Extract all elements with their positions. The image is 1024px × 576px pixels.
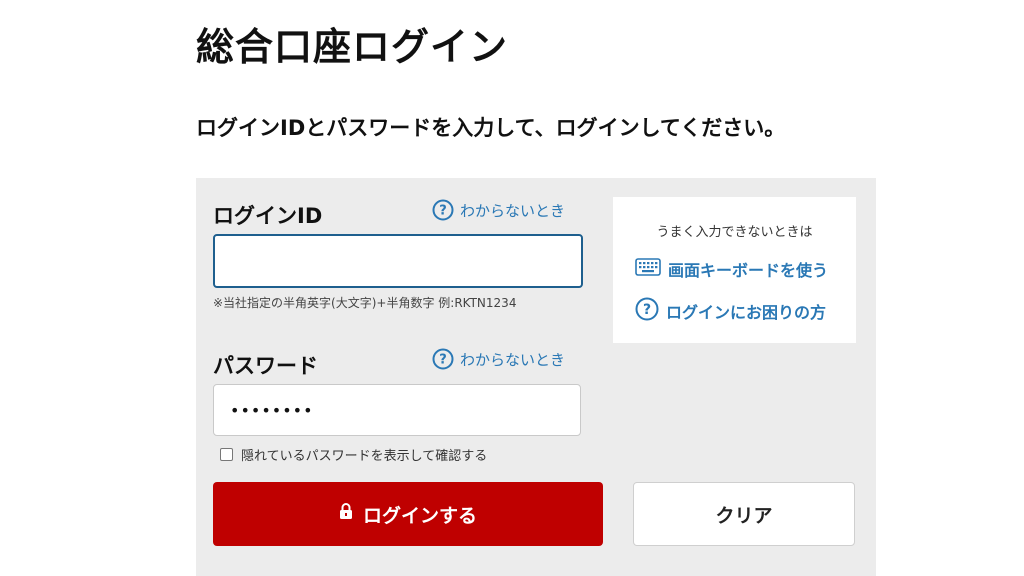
question-circle-icon: ?: [432, 348, 454, 370]
lock-icon: [339, 502, 353, 526]
login-trouble-link[interactable]: ? ログインにお困りの方: [635, 297, 826, 325]
login-id-label: ログインID: [213, 204, 323, 228]
password-input[interactable]: ••••••••: [213, 384, 581, 436]
password-help-link[interactable]: ? わからないとき: [432, 348, 565, 370]
input-help-caption: うまく入力できないときは: [656, 225, 813, 240]
show-password-checkbox[interactable]: [220, 448, 233, 461]
svg-text:?: ?: [439, 353, 447, 368]
login-instruction: ログインIDとパスワードを入力して、ログインしてください。: [196, 116, 786, 140]
login-trouble-text: ログインにお困りの方: [666, 303, 827, 322]
screen-keyboard-text: 画面キーボードを使う: [668, 261, 829, 280]
login-button[interactable]: ログインする: [213, 482, 603, 546]
show-password-label: 隠れているパスワードを表示して確認する: [241, 449, 488, 464]
login-button-label: ログインする: [362, 505, 477, 527]
screen-keyboard-link[interactable]: 画面キーボードを使う: [635, 257, 828, 281]
login-id-hint: ※当社指定の半角英字(大文字)+半角数字 例:RKTN1234: [213, 296, 517, 310]
login-panel: ログインID ? わからないとき ※当社指定の半角英字(大文字)+半角数字 例:…: [196, 178, 876, 576]
svg-text:?: ?: [439, 204, 447, 219]
password-label: パスワード: [213, 354, 318, 378]
input-help-box: うまく入力できないときは 画面キーボードを使う ? ログインにお困りの方: [613, 197, 856, 343]
question-circle-icon: ?: [432, 199, 454, 221]
page-title: 総合口座ログイン: [196, 25, 509, 69]
keyboard-icon: [635, 258, 661, 280]
login-id-help-link[interactable]: ? わからないとき: [432, 199, 565, 221]
question-circle-icon: ?: [635, 297, 659, 325]
show-password-row[interactable]: 隠れているパスワードを表示して確認する: [220, 445, 487, 464]
password-help-text: わからないとき: [460, 350, 566, 369]
login-id-help-text: わからないとき: [460, 201, 566, 220]
svg-text:?: ?: [643, 302, 651, 318]
clear-button[interactable]: クリア: [633, 482, 855, 546]
login-id-input[interactable]: [213, 234, 583, 288]
